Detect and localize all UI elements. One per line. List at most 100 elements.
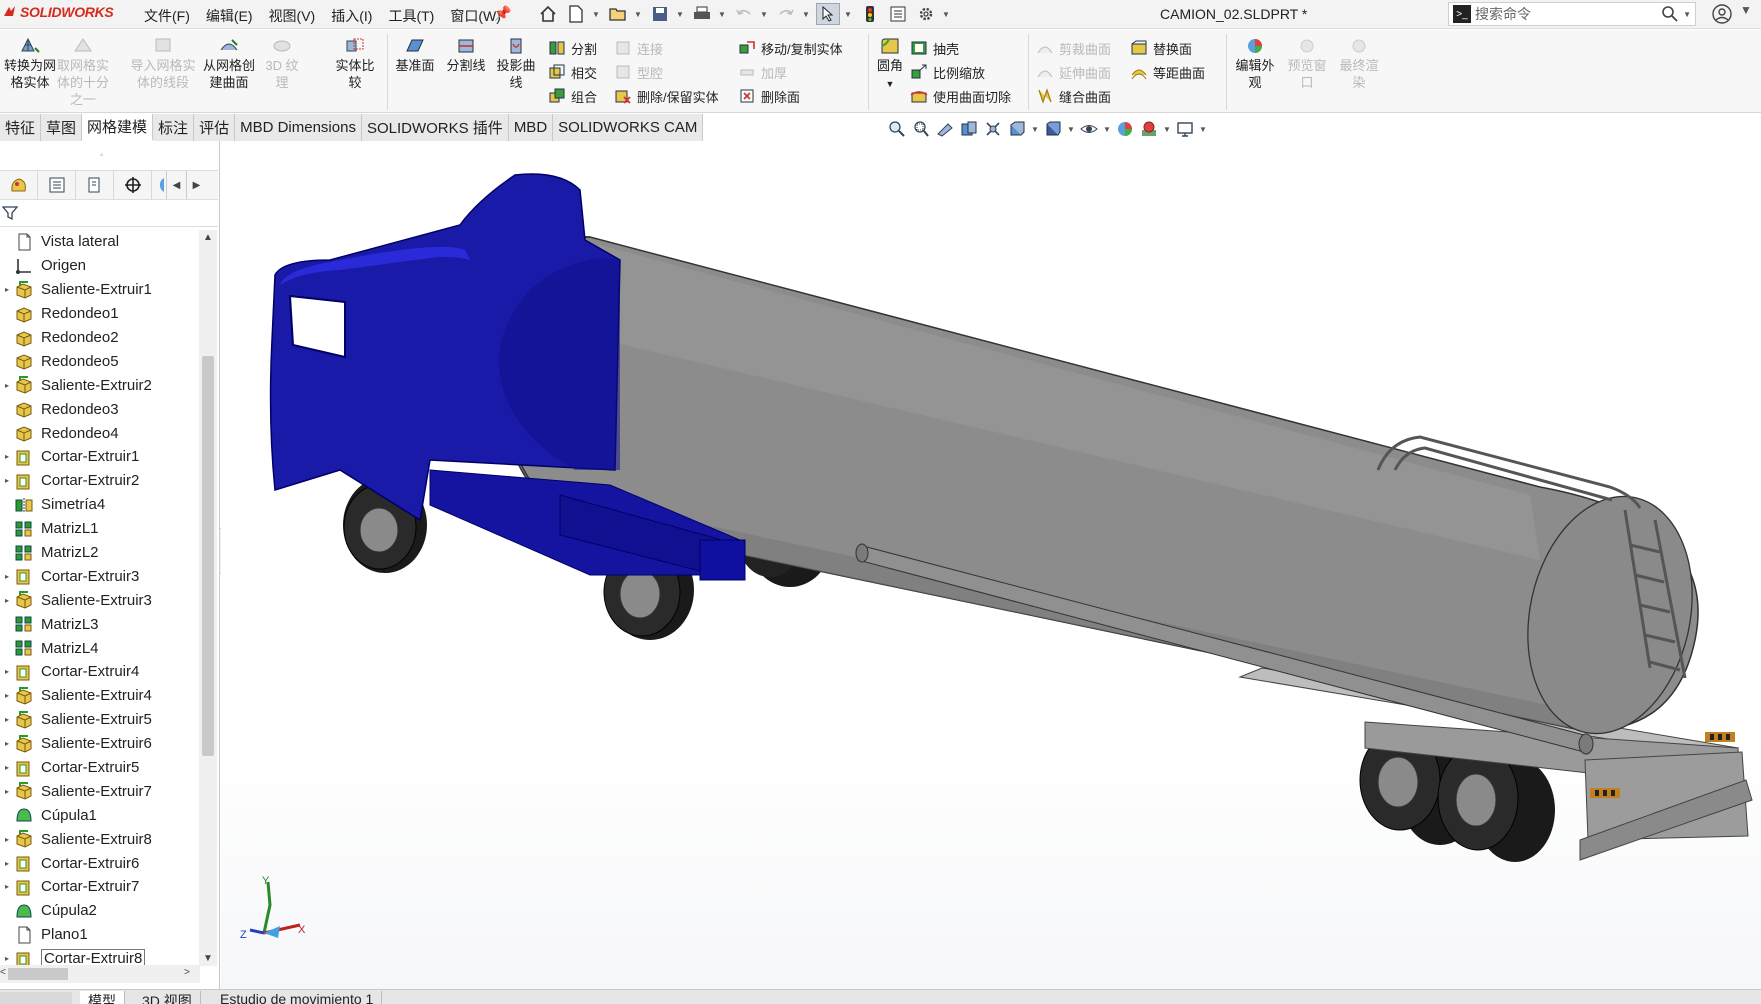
chevron-left-icon[interactable]: ◀ (166, 171, 186, 199)
reference-plane-button[interactable]: 基准面 (390, 36, 440, 74)
chevron-down-icon[interactable]: ▼ (942, 10, 952, 19)
tab-mbd-dimensions[interactable]: MBD Dimensions (235, 114, 362, 141)
tab-markup[interactable]: 标注 (153, 114, 195, 141)
3d-texture-button[interactable]: 3D 纹理 (262, 36, 302, 91)
tree-horizontal-scrollbar[interactable]: < > (0, 965, 200, 983)
feature-tree-item[interactable]: ▸ Cortar-Extruir5 (0, 756, 200, 780)
feature-tree-item[interactable]: MatrizL2 (0, 541, 200, 565)
scroll-down-icon[interactable]: ▼ (203, 953, 213, 964)
feature-tree-item[interactable]: Redondeo3 (0, 397, 200, 421)
cavity-button[interactable]: 型腔 (614, 62, 663, 82)
body-compare-button[interactable]: 实体比较 (332, 36, 378, 91)
zoom-to-fit-icon[interactable] (886, 118, 908, 140)
join-button[interactable]: 连接 (614, 38, 663, 58)
menu-insert[interactable]: 插入(I) (323, 6, 380, 26)
expand-arrow-icon[interactable]: ▸ (0, 691, 14, 700)
feature-tree-item[interactable]: Cúpula2 (0, 899, 200, 923)
graphics-area[interactable]: Y X Z (221, 141, 1761, 989)
chevron-down-icon[interactable]: ▼ (676, 10, 686, 19)
expand-arrow-icon[interactable]: ▸ (0, 763, 14, 772)
print-icon[interactable] (690, 3, 714, 25)
expand-arrow-icon[interactable]: ▸ (0, 285, 14, 294)
tab-motion-study[interactable]: Estudio de movimiento 1 (212, 991, 383, 1004)
chevron-down-icon[interactable]: ▼ (1102, 125, 1112, 134)
save-icon[interactable] (648, 3, 672, 25)
expand-arrow-icon[interactable]: ▸ (0, 476, 14, 485)
rebuild-traffic-light-icon[interactable] (858, 3, 882, 25)
feature-tree-item[interactable]: ▸ Cortar-Extruir8 (0, 947, 200, 965)
feature-tree-item[interactable]: ▸ Saliente-Extruir7 (0, 779, 200, 803)
chevron-down-icon[interactable]: ▼ (1683, 10, 1691, 19)
configuration-manager-tab[interactable] (76, 171, 114, 199)
feature-tree-item[interactable]: ▸ Saliente-Extruir4 (0, 684, 200, 708)
scrollbar-thumb[interactable] (8, 968, 68, 980)
expand-arrow-icon[interactable]: ▸ (0, 452, 14, 461)
search-icon[interactable] (1661, 5, 1679, 23)
delete-keep-body-button[interactable]: 删除/保留实体 (614, 86, 719, 106)
chevron-down-icon[interactable]: ▼ (634, 10, 644, 19)
feature-tree-item[interactable]: ▸ Saliente-Extruir8 (0, 827, 200, 851)
shell-button[interactable]: 抽壳 (910, 38, 959, 58)
display-manager-tab[interactable] (152, 171, 166, 199)
split-button[interactable]: 分割 (548, 38, 597, 58)
expand-arrow-icon[interactable]: ▸ (0, 572, 14, 581)
feature-tree-item[interactable]: Redondeo2 (0, 326, 200, 350)
intersect-button[interactable]: 相交 (548, 62, 597, 82)
feature-tree-item[interactable]: ▸ Saliente-Extruir1 (0, 278, 200, 302)
chevron-down-icon[interactable]: ▼ (802, 10, 812, 19)
search-command-box[interactable]: >_ 搜索命令 ▼ (1448, 2, 1696, 26)
tab-scroll-arrows[interactable] (0, 992, 72, 1004)
user-account-icon[interactable] (1710, 3, 1734, 25)
options-gear-icon[interactable] (914, 3, 938, 25)
offset-surface-button[interactable]: 等距曲面 (1130, 62, 1205, 82)
apply-scene-icon[interactable] (1138, 118, 1160, 140)
chevron-down-icon[interactable]: ▼ (592, 10, 602, 19)
edit-appearance-icon[interactable] (1114, 118, 1136, 140)
feature-tree-item[interactable]: ▸ Cortar-Extruir1 (0, 445, 200, 469)
feature-tree-item[interactable]: ▸ Cortar-Extruir4 (0, 660, 200, 684)
scale-button[interactable]: 比例缩放 (910, 62, 985, 82)
chevron-down-icon[interactable]: ▼ (1740, 3, 1752, 17)
final-render-button[interactable]: 最终渲染 (1334, 36, 1384, 91)
tab-3d-views[interactable]: 3D 视图 (134, 991, 201, 1004)
undo-icon[interactable] (732, 3, 756, 25)
scrollbar-thumb[interactable] (202, 356, 214, 756)
knit-surface-button[interactable]: 缝合曲面 (1036, 86, 1111, 106)
edit-appearance-button[interactable]: 编辑外观 (1230, 36, 1280, 91)
redo-icon[interactable] (774, 3, 798, 25)
truck-tanker-model[interactable]: Y X Z (221, 141, 1761, 989)
surface-cut-button[interactable]: 使用曲面切除 (910, 86, 1011, 106)
feature-tree-item[interactable]: Cúpula1 (0, 803, 200, 827)
tree-vertical-scrollbar[interactable]: ▲ ▼ (199, 230, 217, 966)
feature-tree-item[interactable]: ▸ Cortar-Extruir7 (0, 875, 200, 899)
tab-solidworks-cam[interactable]: SOLIDWORKS CAM (553, 114, 704, 141)
feature-tree-item[interactable]: MatrizL1 (0, 517, 200, 541)
zoom-to-area-icon[interactable] (910, 118, 932, 140)
feature-tree-item[interactable]: ▸ Saliente-Extruir3 (0, 588, 200, 612)
projected-curve-button[interactable]: 投影曲线 (492, 36, 540, 91)
extend-surface-button[interactable]: 延伸曲面 (1036, 62, 1111, 82)
convert-to-mesh-body-button[interactable]: 转换为网 格实体 (2, 36, 58, 91)
tab-evaluate[interactable]: 评估 (194, 114, 236, 141)
property-manager-tab[interactable] (38, 171, 76, 199)
feature-tree-item[interactable]: ▸ Cortar-Extruir2 (0, 469, 200, 493)
menu-tools[interactable]: 工具(T) (380, 6, 442, 26)
chevron-down-icon[interactable]: ▼ (1162, 125, 1172, 134)
previous-view-icon[interactable] (934, 118, 956, 140)
scroll-up-icon[interactable]: ▲ (203, 232, 213, 243)
section-view-icon[interactable] (958, 118, 980, 140)
feature-manager-tab[interactable] (0, 171, 38, 199)
expand-arrow-icon[interactable]: ▸ (0, 859, 14, 868)
move-copy-body-button[interactable]: 移动/复制实体 (738, 38, 843, 58)
filter-icon[interactable] (2, 205, 18, 221)
feature-tree-item[interactable]: Simetría4 (0, 493, 200, 517)
decimate-mesh-button[interactable]: 取网格实 体的十分之一 (55, 36, 111, 108)
thicken-button[interactable]: 加厚 (738, 62, 787, 82)
surface-from-mesh-button[interactable]: 从网格创 建曲面 (199, 36, 259, 91)
import-mesh-segments-button[interactable]: 导入网格实 体的线段 (128, 36, 198, 91)
fillet-button[interactable]: 圆角 ▼ (872, 36, 908, 93)
chevron-down-icon[interactable]: ▼ (1198, 125, 1208, 134)
file-properties-icon[interactable] (886, 3, 910, 25)
expand-arrow-icon[interactable]: ▸ (0, 882, 14, 891)
dimxpert-manager-tab[interactable] (114, 171, 152, 199)
